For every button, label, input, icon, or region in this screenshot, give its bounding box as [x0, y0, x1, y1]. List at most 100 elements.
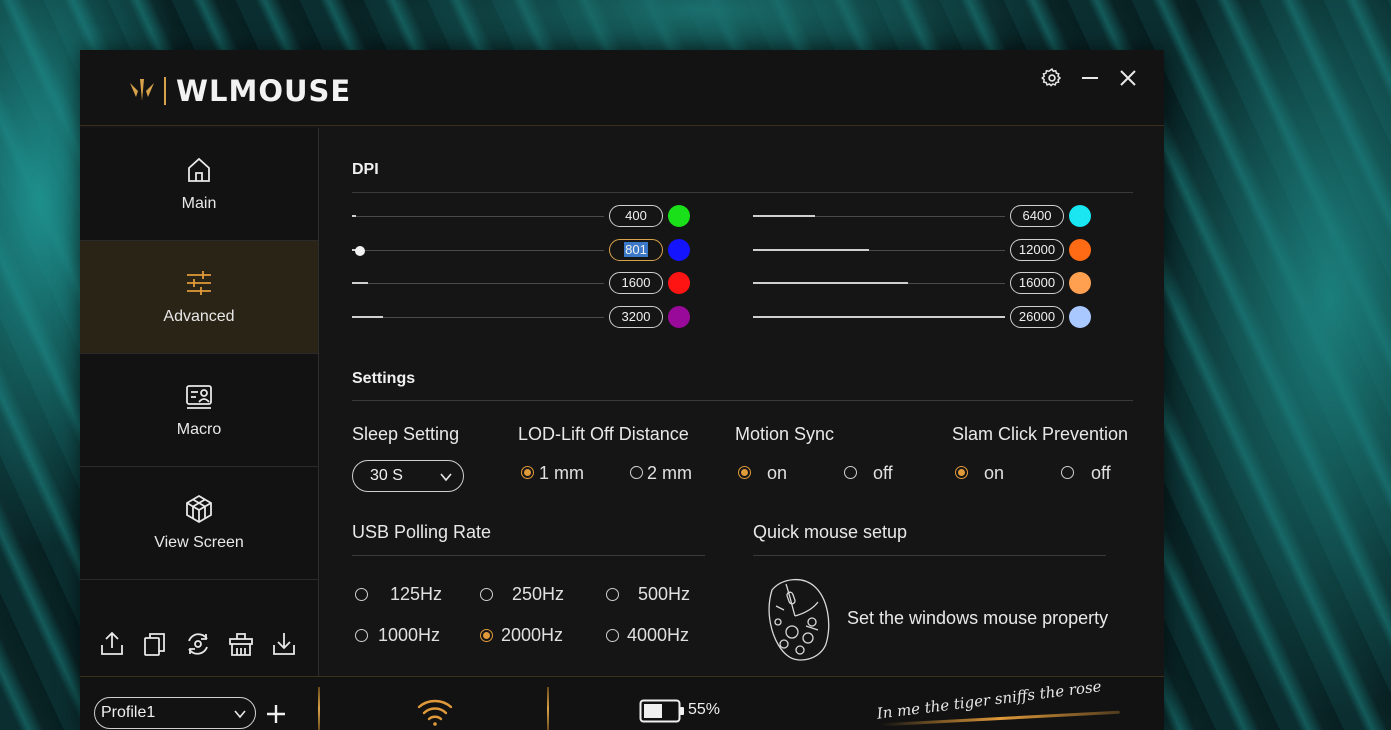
polling-option-500: 500Hz — [638, 584, 691, 604]
lod-label: LOD-Lift Off Distance — [518, 424, 689, 444]
cube-icon — [186, 494, 212, 524]
dpi-value-input-5[interactable]: 6400 — [1010, 205, 1064, 227]
slam-click-option-off: off — [1091, 463, 1111, 483]
dpi-value-input-6[interactable]: 12000 — [1010, 239, 1064, 261]
nav-label: Macro — [176, 421, 222, 438]
dpi-slider-1[interactable] — [352, 209, 604, 225]
title-bar: WLMOUSE — [80, 50, 1164, 126]
dpi-value-input-1[interactable]: 400 — [609, 205, 663, 227]
polling-option-1000: 1000Hz — [378, 625, 441, 645]
quick-setup-link[interactable]: Set the windows mouse property — [847, 608, 1108, 629]
dpi-value: 801 — [624, 242, 648, 257]
minimize-button[interactable] — [1078, 66, 1102, 90]
motion-sync-option-off: off — [873, 463, 893, 483]
close-button[interactable] — [1116, 66, 1140, 90]
slam-click-label: Slam Click Prevention — [952, 424, 1129, 444]
dpi-slider-6[interactable] — [753, 243, 1005, 259]
polling-radio-125[interactable] — [355, 588, 368, 601]
gear-icon — [1041, 68, 1062, 87]
lod-radio-2mm[interactable] — [630, 466, 643, 479]
advanced-panel: DPI 400 801 1600 3200 6400 12000 16000 26000 Se… — [352, 128, 1134, 676]
slider-fill — [352, 316, 383, 318]
nav-item-advanced[interactable]: Advanced — [80, 241, 318, 354]
motion-sync-label: Motion Sync — [735, 424, 835, 444]
profile-select[interactable]: Profile1 — [94, 697, 256, 729]
dpi-color-swatch-7[interactable] — [1069, 272, 1091, 294]
motion-sync-radio-on[interactable] — [738, 466, 751, 479]
slam-click-radio-on[interactable] — [955, 466, 968, 479]
quick-setup-label: Quick mouse setup — [753, 522, 908, 542]
nav-item-main[interactable]: Main — [80, 128, 318, 241]
nav-label: Advanced — [163, 308, 235, 325]
polling-option-4000: 4000Hz — [627, 625, 690, 645]
battery-icon — [639, 699, 684, 723]
dpi-slider-2[interactable] — [352, 243, 604, 259]
polling-radio-250[interactable] — [480, 588, 493, 601]
slider-track — [352, 216, 604, 217]
dpi-color-swatch-3[interactable] — [668, 272, 690, 294]
dpi-color-swatch-4[interactable] — [668, 306, 690, 328]
sidebar: Main Advanced Macro View Screen — [80, 128, 319, 676]
motion-sync-radio-off[interactable] — [844, 466, 857, 479]
slider-fill — [753, 316, 1005, 318]
dpi-value-input-2[interactable]: 801 — [609, 239, 663, 261]
profile-value: Profile1 — [101, 704, 156, 721]
dpi-value: 12000 — [1018, 242, 1056, 257]
battery-percent: 55% — [688, 701, 721, 718]
copy-icon[interactable] — [141, 630, 169, 658]
settings-button[interactable] — [1040, 66, 1064, 90]
slider-knob[interactable] — [354, 246, 365, 256]
dpi-slider-7[interactable] — [753, 276, 1005, 292]
clear-icon[interactable] — [227, 630, 255, 658]
dpi-value-input-3[interactable]: 1600 — [609, 272, 663, 294]
sleep-setting-select[interactable]: 30 S — [352, 460, 464, 492]
status-separator — [547, 687, 549, 730]
motion-sync-option-on: on — [767, 463, 788, 483]
dpi-color-swatch-5[interactable] — [1069, 205, 1091, 227]
dpi-color-swatch-8[interactable] — [1069, 306, 1091, 328]
home-icon — [188, 157, 210, 182]
dpi-slider-8[interactable] — [753, 310, 1005, 326]
polling-divider — [352, 555, 705, 556]
export-icon[interactable] — [98, 630, 126, 658]
slider-fill — [753, 282, 909, 284]
dpi-value-input-8[interactable]: 26000 — [1010, 306, 1064, 328]
reset-icon[interactable] — [184, 630, 212, 658]
lod-option-1mm: 1 mm — [539, 463, 584, 483]
polling-radio-500[interactable] — [606, 588, 619, 601]
minimize-icon — [1082, 77, 1098, 79]
sleep-setting-value: 30 S — [370, 467, 403, 484]
polling-option-2000: 2000Hz — [501, 625, 564, 645]
chevron-down-icon — [440, 473, 452, 482]
polling-option-125: 125Hz — [390, 584, 443, 604]
polling-radio-1000[interactable] — [355, 629, 368, 642]
dpi-slider-5[interactable] — [753, 209, 1005, 225]
dpi-color-swatch-1[interactable] — [668, 205, 690, 227]
logo-separator — [164, 77, 166, 105]
dpi-slider-4[interactable] — [352, 310, 604, 326]
polling-radio-2000[interactable] — [480, 629, 493, 642]
dpi-slider-3[interactable] — [352, 276, 604, 292]
slider-fill — [352, 215, 356, 217]
quick-setup-divider — [753, 555, 1106, 556]
slider-track — [352, 283, 604, 284]
add-profile-icon[interactable] — [265, 703, 287, 725]
dpi-color-swatch-2[interactable] — [668, 239, 690, 261]
slider-track — [352, 317, 604, 318]
lod-radio-1mm[interactable] — [521, 466, 534, 479]
nav-label: View Screen — [154, 534, 244, 551]
dpi-value: 1600 — [621, 275, 651, 290]
dpi-color-swatch-6[interactable] — [1069, 239, 1091, 261]
mouse-icon[interactable] — [762, 576, 834, 662]
nav-item-view-screen[interactable]: View Screen — [80, 467, 318, 580]
slider-fill — [352, 282, 368, 284]
import-icon[interactable] — [270, 630, 298, 658]
polling-radio-4000[interactable] — [606, 629, 619, 642]
dpi-value-input-7[interactable]: 16000 — [1010, 272, 1064, 294]
slider-track — [352, 250, 604, 251]
dpi-section-title: DPI — [352, 161, 379, 178]
status-separator — [318, 687, 320, 730]
slam-click-radio-off[interactable] — [1061, 466, 1074, 479]
dpi-value-input-4[interactable]: 3200 — [609, 306, 663, 328]
nav-item-macro[interactable]: Macro — [80, 354, 318, 467]
